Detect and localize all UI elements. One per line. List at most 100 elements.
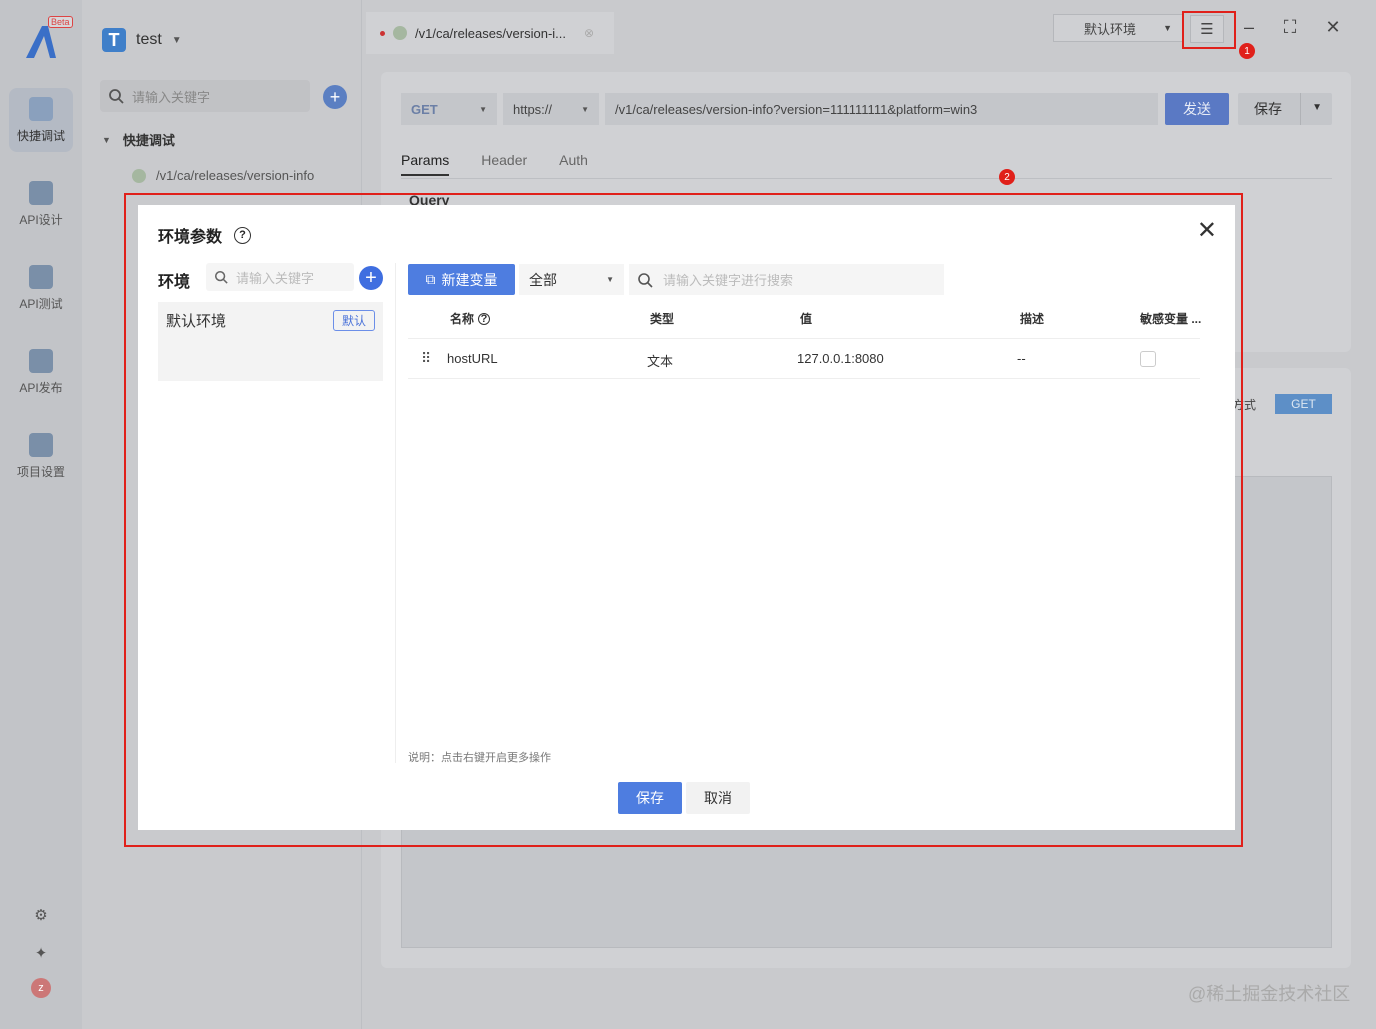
rail-label: API测试 — [19, 296, 63, 311]
tab-params[interactable]: Params — [401, 152, 450, 176]
variable-type-cell[interactable]: 文本 — [647, 351, 673, 370]
step-badge-2: 2 — [999, 169, 1015, 185]
project-settings-icon — [29, 432, 53, 457]
url-input[interactable]: /v1/ca/releases/version-info?version=111… — [605, 93, 1158, 125]
column-header-description: 描述 — [1020, 312, 1045, 326]
dialog-title: 环境参数 ? — [158, 223, 252, 247]
variable-type-filter[interactable]: 全部 ▼ — [519, 264, 624, 295]
table-row-divider — [408, 378, 1200, 379]
method-tag: GET — [1275, 394, 1332, 414]
help-icon[interactable]: ? — [234, 226, 252, 244]
tabs-divider — [401, 178, 1332, 179]
column-header-name: 名称 ? — [450, 310, 491, 327]
rail-label: 快捷调试 — [16, 128, 65, 143]
column-header-type: 类型 — [650, 312, 675, 326]
add-environment-button[interactable]: + — [359, 266, 383, 290]
tree-folder-label: 快捷调试 — [122, 133, 175, 148]
api-test-icon — [29, 264, 53, 289]
project-switcher[interactable]: T test ▼ — [102, 28, 182, 52]
tree-item-label: /v1/ca/releases/version-info — [156, 168, 315, 183]
save-request-button[interactable]: 保存 ▼ — [1238, 93, 1332, 125]
rail-item-project-settings[interactable]: 项目设置 — [9, 424, 73, 488]
settings-gear-icon[interactable]: ⚙ — [30, 904, 52, 926]
variable-description-cell[interactable]: -- — [1017, 351, 1026, 366]
new-variable-icon: ⧉ — [425, 271, 436, 287]
minimize-icon[interactable]: – — [1236, 14, 1262, 40]
column-header-value: 值 — [800, 312, 813, 326]
variable-value-cell[interactable]: 127.0.0.1:8080 — [797, 351, 884, 366]
rail-item-api-publish[interactable]: API发布 — [9, 340, 73, 404]
chevron-down-icon: ▼ — [479, 104, 487, 114]
rail-label: API设计 — [19, 212, 63, 227]
quick-debug-icon — [29, 96, 53, 121]
new-variable-label: 新建变量 — [441, 271, 498, 288]
rail-item-quick-debug[interactable]: 快捷调试 — [9, 88, 73, 152]
protocol-select[interactable]: https:// ▼ — [503, 93, 599, 125]
tab-label: /v1/ca/releases/version-i... — [415, 25, 567, 41]
api-status-icon — [393, 26, 407, 40]
column-header-sensitive: 敏感变量 ... — [1140, 312, 1202, 326]
maximize-icon[interactable]: ⛶ — [1277, 14, 1303, 40]
search-icon — [214, 270, 228, 284]
project-logo-icon: T — [102, 28, 126, 52]
environment-name: 默认环境 — [166, 313, 227, 330]
unsaved-dot-icon — [380, 30, 385, 36]
dialog-save-button[interactable]: 保存 — [618, 782, 682, 814]
dialog-close-icon[interactable]: ✕ — [1197, 219, 1217, 243]
new-variable-button[interactable]: ⧉ 新建变量 — [408, 264, 515, 295]
highlight-box-1 — [1182, 11, 1236, 49]
method-select[interactable]: GET ▼ — [401, 93, 497, 125]
caret-down-icon: ▼ — [102, 134, 111, 145]
sidebar-search-placeholder: 请输入关键字 — [132, 89, 211, 105]
panel-divider — [395, 263, 396, 763]
rail-item-api-test[interactable]: API测试 — [9, 256, 73, 320]
tab-version-info[interactable]: /v1/ca/releases/version-i... ⊗ — [366, 12, 614, 54]
environment-select-value: 默认环境 — [1084, 21, 1137, 37]
chevron-down-icon[interactable]: ▼ — [1312, 102, 1322, 113]
search-icon — [109, 89, 124, 104]
method-value: GET — [411, 101, 438, 117]
environment-search-input[interactable]: 请输入关键字 — [206, 263, 354, 291]
watermark: @稀土掘金技术社区 — [1188, 984, 1351, 1004]
sensitive-checkbox[interactable] — [1140, 351, 1156, 367]
environment-list-title: 环境 — [158, 274, 191, 291]
tree-item-version-info[interactable]: /v1/ca/releases/version-info — [132, 168, 314, 183]
tab-header[interactable]: Header — [481, 152, 527, 176]
drag-handle-icon[interactable]: ⠿ — [421, 350, 431, 367]
protocol-value: https:// — [513, 101, 553, 117]
tab-auth[interactable]: Auth — [559, 152, 588, 176]
send-button[interactable]: 发送 — [1165, 93, 1229, 125]
sidebar-search-input[interactable]: 请输入关键字 — [100, 80, 310, 112]
environment-search-placeholder: 请输入关键字 — [236, 270, 315, 286]
dialog-cancel-button[interactable]: 取消 — [686, 782, 750, 814]
api-status-icon — [132, 168, 146, 183]
environment-select[interactable]: 默认环境 ▼ — [1053, 14, 1183, 42]
sidebar-add-button[interactable]: + — [323, 85, 347, 109]
variable-search-input[interactable]: 请输入关键字进行搜索 — [629, 264, 944, 295]
rail-item-api-design[interactable]: API设计 — [9, 172, 73, 236]
variable-search-placeholder: 请输入关键字进行搜索 — [663, 273, 794, 288]
magic-wand-icon[interactable]: ✦ — [30, 942, 52, 964]
dialog-title-text: 环境参数 — [158, 229, 223, 246]
beta-badge: Beta — [48, 16, 73, 28]
divider — [1300, 93, 1301, 125]
request-tabs: Params Header Auth — [401, 152, 588, 176]
table-header-divider — [408, 338, 1200, 339]
default-badge: 默认 — [332, 310, 375, 331]
rail-label: 项目设置 — [16, 464, 65, 479]
chevron-down-icon: ▼ — [606, 275, 614, 284]
avatar[interactable]: z — [31, 978, 51, 998]
help-icon[interactable]: ? — [478, 312, 491, 325]
environment-item-default[interactable]: 默认环境 默认 — [158, 302, 383, 381]
close-window-icon[interactable]: ✕ — [1320, 14, 1346, 40]
search-icon — [638, 272, 653, 288]
tab-close-icon[interactable]: ⊗ — [584, 26, 594, 40]
api-publish-icon — [29, 348, 53, 373]
variable-name-cell[interactable]: hostURL — [447, 351, 498, 366]
type-filter-value: 全部 — [529, 271, 557, 288]
chevron-down-icon: ▼ — [1163, 23, 1172, 33]
column-header-label: 名称 — [450, 312, 475, 326]
tree-folder-quick-debug[interactable]: ▼ 快捷调试 — [102, 130, 175, 149]
app-logo-icon — [26, 26, 56, 58]
left-rail: Beta 快捷调试 API设计 API测试 API发布 项目设置 ⚙ ✦ z — [0, 0, 82, 1029]
